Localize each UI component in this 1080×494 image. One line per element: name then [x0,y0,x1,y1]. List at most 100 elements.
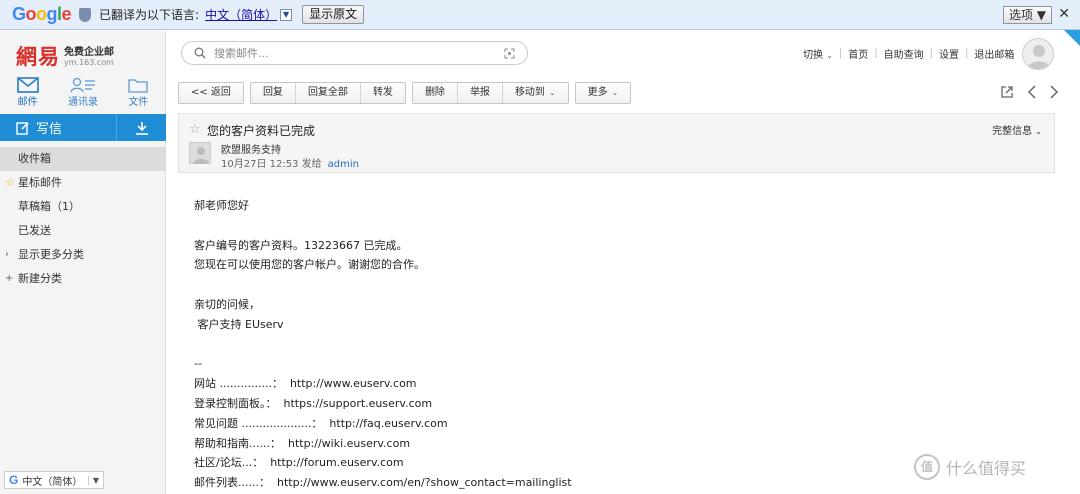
body-line: 客户支持 EUserv [194,317,284,331]
self-service-link[interactable]: 自助查询 [884,46,924,61]
options-button[interactable]: 选项 ▼ [1002,6,1052,24]
website-link-line[interactable]: 网站 ...............： http://www.euserv.co… [194,374,1054,394]
search-input[interactable]: 搜索邮件... [214,45,269,61]
folder-inbox[interactable]: 收件箱 [0,147,166,171]
compose-button[interactable]: 写信 [0,114,116,141]
message-header: ☆ 您的客户资料已完成 完整信息 ⌄ 欧盟服务支持 10月27日 12:53 发… [178,113,1055,173]
divider: | [874,48,878,59]
recipient-link[interactable]: admin [328,159,359,170]
sender-name[interactable]: 欧盟服务支持 [221,141,281,156]
message-subject: 您的客户资料已完成 [207,124,316,138]
body-line: 客户编号的客户资料。13223667 已完成。 [194,238,408,252]
chevron-down-icon: ⌄ [611,88,619,97]
body-line: 亲切的问候， [194,297,260,311]
mail-icon [16,77,39,93]
folder-show-more[interactable]: › 显示更多分类 [0,243,166,267]
faq-link-line[interactable]: 常见问题 ....................： http://faq.eu… [194,414,1054,434]
nav-files-label: 文件 [128,97,149,108]
home-link[interactable]: 首页 [848,46,868,61]
body-blank [194,275,1054,295]
watermark-badge: 值 [914,454,940,480]
reply-button[interactable]: 回复 [251,83,296,103]
message-toolbar: << 返回 回复 回复全部 转发 删除 举报 移动到 ⌄ 更多 ⌄ [178,82,637,104]
folder-drafts[interactable]: 草稿箱（1） [0,195,166,219]
body-line: 郝老师您好 [194,199,249,212]
folder-sent[interactable]: 已发送 [0,219,166,243]
body-blank [194,335,1054,355]
google-g-icon: G [9,473,19,487]
folder-label: 新建分类 [18,272,62,285]
show-original-button[interactable]: 显示原文 [302,5,365,24]
move-to-label: 移动到 [514,87,545,98]
move-to-button[interactable]: 移动到 ⌄ [503,83,568,103]
chevron-down-icon: ⌄ [826,51,833,60]
popout-icon [1001,86,1013,98]
next-icon [1050,85,1059,99]
control-panel-link-line[interactable]: 登录控制面板。： https://support.euserv.com [194,394,1054,414]
body-line: 您现在可以使用您的客户帐户。谢谢您的合作。 [194,258,425,272]
translate-language-link[interactable]: 中文（简体） [205,6,277,23]
previous-icon [1027,85,1036,99]
switch-link[interactable]: 切换 ⌄ [803,46,833,61]
folder-label: 草稿箱（1） [18,200,80,213]
top-links: 切换 ⌄ | 首页 | 自助查询 | 设置 | 退出邮箱 [803,46,1014,61]
nav-contacts[interactable]: 通讯录 [55,75,110,111]
back-button[interactable]: << 返回 [179,83,243,103]
message-date: 10月27日 12:53 发给 admin [221,155,359,170]
divider: | [965,48,969,59]
chevron-right-icon: › [5,249,9,260]
star-icon[interactable]: ☆ [189,122,201,137]
download-icon [135,121,148,135]
toolbar-group-more: 更多 ⌄ [574,82,632,104]
nav-mail-label: 邮件 [17,97,38,108]
folder-label: 星标邮件 [18,176,62,189]
receive-button[interactable] [116,114,166,141]
google-translate-widget[interactable]: G 中文（简体） ▼ [4,471,104,489]
folder-label: 已发送 [18,224,51,237]
nav-files[interactable]: 文件 [111,75,166,111]
compose-label: 写信 [36,122,63,137]
forward-button[interactable]: 转发 [361,83,405,103]
translate-message: 已翻译为以下语言: [99,8,200,22]
folder-new[interactable]: + 新建分类 [0,267,166,291]
star-icon: ☆ [5,176,15,189]
more-button[interactable]: 更多 ⌄ [576,83,631,103]
body-blank [194,216,1054,236]
nav-mail[interactable]: 邮件 [0,75,55,111]
close-icon[interactable]: ✕ [1058,7,1070,21]
divider: | [838,48,843,59]
toolbar-group-reply: 回复 回复全部 转发 [249,82,406,104]
nav-icons: 邮件 通讯录 文件 [0,75,166,111]
delete-button[interactable]: 删除 [413,83,458,103]
switch-label: 切换 [803,50,823,61]
chevron-down-icon[interactable]: ▼ [87,475,99,485]
settings-link[interactable]: 设置 [939,46,959,61]
options-label: 选项 [1008,8,1033,22]
folder-icon [128,79,148,93]
logo-domain: ym.163.com [64,58,114,67]
more-label: 更多 [587,87,608,98]
logout-link[interactable]: 退出邮箱 [974,46,1014,61]
avatar[interactable] [1022,38,1054,70]
full-info-toggle[interactable]: 完整信息 ⌄ [992,122,1042,137]
scan-icon [504,48,515,58]
report-button[interactable]: 举报 [458,83,503,103]
full-info-label: 完整信息 [992,126,1033,137]
wiki-link-line[interactable]: 帮助和指南......： http://wiki.euserv.com [194,434,1054,454]
user-icon [1027,45,1051,69]
nav-contacts-label: 通讯录 [67,97,98,108]
app-logo[interactable]: 網易 免费企业邮 ym.163.com [16,41,114,71]
plus-icon: + [5,273,14,284]
date-text: 10月27日 12:53 发给 [221,159,322,170]
compose-bar: 写信 [0,114,166,141]
folder-starred[interactable]: ☆ 星标邮件 [0,171,166,195]
reply-all-button[interactable]: 回复全部 [296,83,361,103]
toolbar-group-back: << 返回 [178,82,244,104]
watermark: 值 什么值得买 [914,454,1026,480]
shield-icon [79,7,92,22]
logo-mark: 網易 [16,44,60,69]
search-box[interactable]: 搜索邮件... [181,41,528,65]
chevron-down-icon: ⌄ [548,88,556,97]
message-body: 郝老师您好 客户编号的客户资料。13223667 已完成。 您现在可以使用您的客… [194,196,1054,493]
chevron-down-icon[interactable]: ▼ [280,8,293,21]
